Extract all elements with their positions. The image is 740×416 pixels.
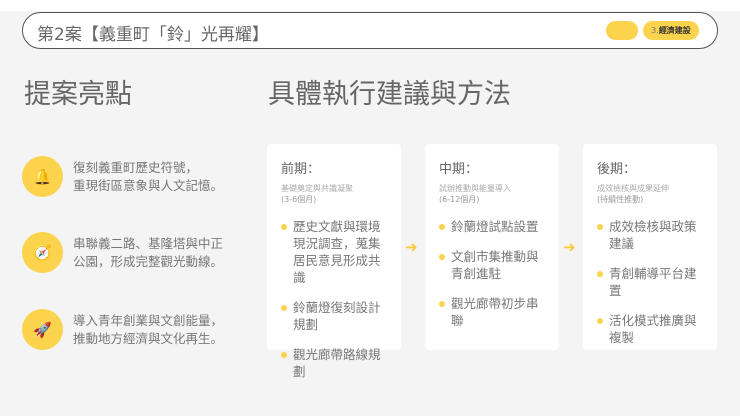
phase-bullet: 歷史文獻與環境現況調查，蒐集居民意見形成共識 — [281, 218, 389, 286]
arrow-right-icon: ➜ — [405, 238, 418, 256]
phase-card-middle: 中期： 試辦推動與能量導入 (6-12個月) 鈴蘭燈試點設置 文創市集推動與青創… — [425, 144, 559, 350]
phase-bullet: 成效檢核與政策建議 — [597, 218, 705, 252]
highlight-line: 導入青年創業與文創能量， — [73, 312, 224, 328]
phase-duration: (6-12個月) — [439, 195, 480, 204]
phase-subtitle: 成效檢核與成果延伸 — [597, 184, 669, 193]
phase-title: 後期： — [597, 162, 637, 177]
phase-card-early: 前期： 基礎奠定與共識凝聚 (3-6個月) 歷史文獻與環境現況調查，蒐集居民意見… — [267, 144, 401, 379]
phase-subtitle: 試辦推動與能量導入 — [439, 184, 511, 193]
highlight-line: 推動地方經濟與文化再生。 — [73, 330, 224, 346]
phase-duration: (3-6個月) — [281, 195, 317, 204]
phase-bullet: 活化模式推廣與複製 — [597, 312, 705, 346]
arrow-right-icon: ➜ — [563, 238, 576, 256]
proposal-title: 第2案【義重町「鈴」光再耀】 — [37, 25, 269, 45]
bell-icon: 🔔 — [22, 156, 63, 197]
phase-bullet: 文創市集推動與青創進駐 — [439, 248, 547, 282]
header-bar: 第2案【義重町「鈴」光再耀】 3.經濟建設 — [22, 12, 718, 49]
rocket-icon: 🚀 — [22, 309, 63, 350]
highlight-line: 復刻義重町歷史符號， — [73, 159, 199, 175]
blank-tag[interactable] — [606, 21, 638, 40]
highlight-item: 🧭 串聯義二路、基隆塔與中正 公園，形成完整觀光動線。 — [22, 232, 223, 273]
phase-bullet: 青創輔導平台建置 — [597, 265, 705, 299]
phase-bullet: 觀光廊帶初步串聯 — [439, 295, 547, 329]
top-strip — [0, 0, 740, 11]
highlight-line: 重現街區意象與人文記憶。 — [73, 177, 224, 193]
highlights-heading: 提案亮點 — [24, 79, 132, 110]
phase-title: 前期： — [281, 162, 321, 177]
methods-heading: 具體執行建議與方法 — [268, 79, 511, 110]
category-tag[interactable]: 3.經濟建設 — [643, 21, 699, 40]
highlight-item: 🚀 導入青年創業與文創能量， 推動地方經濟與文化再生。 — [22, 309, 223, 350]
highlight-line: 串聯義二路、基隆塔與中正 — [73, 235, 224, 251]
phase-subtitle: 基礎奠定與共識凝聚 — [281, 184, 353, 193]
tag-label: 經濟建設 — [658, 26, 691, 35]
highlight-line: 公園，形成完整觀光動線。 — [73, 253, 224, 269]
phase-bullet: 觀光廊帶路線規劃 — [281, 346, 389, 380]
tag-number: 3. — [651, 26, 659, 35]
phase-duration: (持續性推動) — [597, 195, 644, 204]
highlight-item: 🔔 復刻義重町歷史符號， 重現街區意象與人文記憶。 — [22, 156, 223, 197]
phase-bullet: 鈴蘭燈復刻設計規劃 — [281, 299, 389, 333]
phase-title: 中期： — [439, 162, 479, 177]
phase-card-late: 後期： 成效檢核與成果延伸 (持續性推動) 成效檢核與政策建議 青創輔導平台建置… — [583, 144, 717, 350]
compass-icon: 🧭 — [22, 232, 63, 273]
phase-bullet: 鈴蘭燈試點設置 — [439, 218, 547, 235]
